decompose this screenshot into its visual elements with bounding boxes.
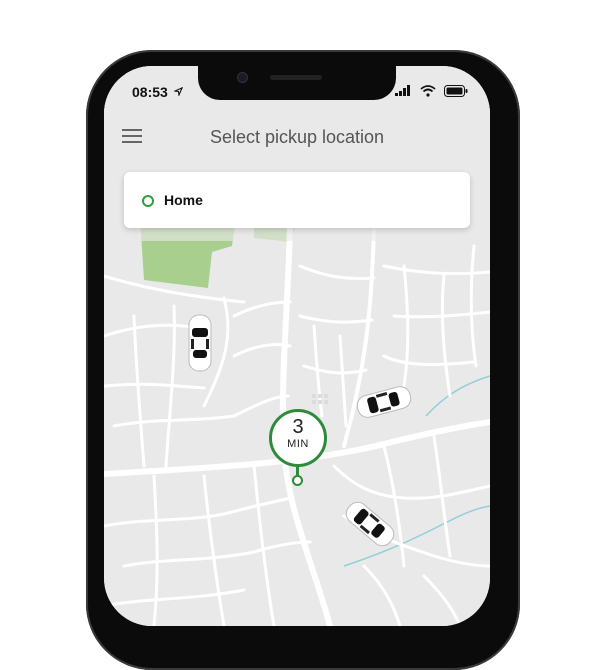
speaker-grille [270,75,322,80]
pickup-location-value: Home [164,192,203,208]
notch [198,66,396,100]
car-icon[interactable] [188,314,212,372]
status-time: 08:53 [132,84,168,100]
camera-icon [238,73,247,82]
battery-icon [444,85,468,97]
origin-circle-icon [142,195,154,207]
eta-unit: MIN [287,438,309,450]
eta-pickup-marker[interactable]: 3 MIN [269,409,327,467]
pickup-pin-icon [292,475,303,486]
pickup-location-field[interactable]: Home [124,172,470,228]
page-title: Select pickup location [209,127,385,147]
cellular-signal-icon [395,85,411,96]
app-screen: 3 MIN 08:53 Select pickup location Home [104,66,490,626]
location-arrow-icon [174,87,183,96]
top-bar: Select pickup location [104,110,490,162]
wifi-icon [419,85,436,97]
eta-minutes: 3 [292,416,304,438]
